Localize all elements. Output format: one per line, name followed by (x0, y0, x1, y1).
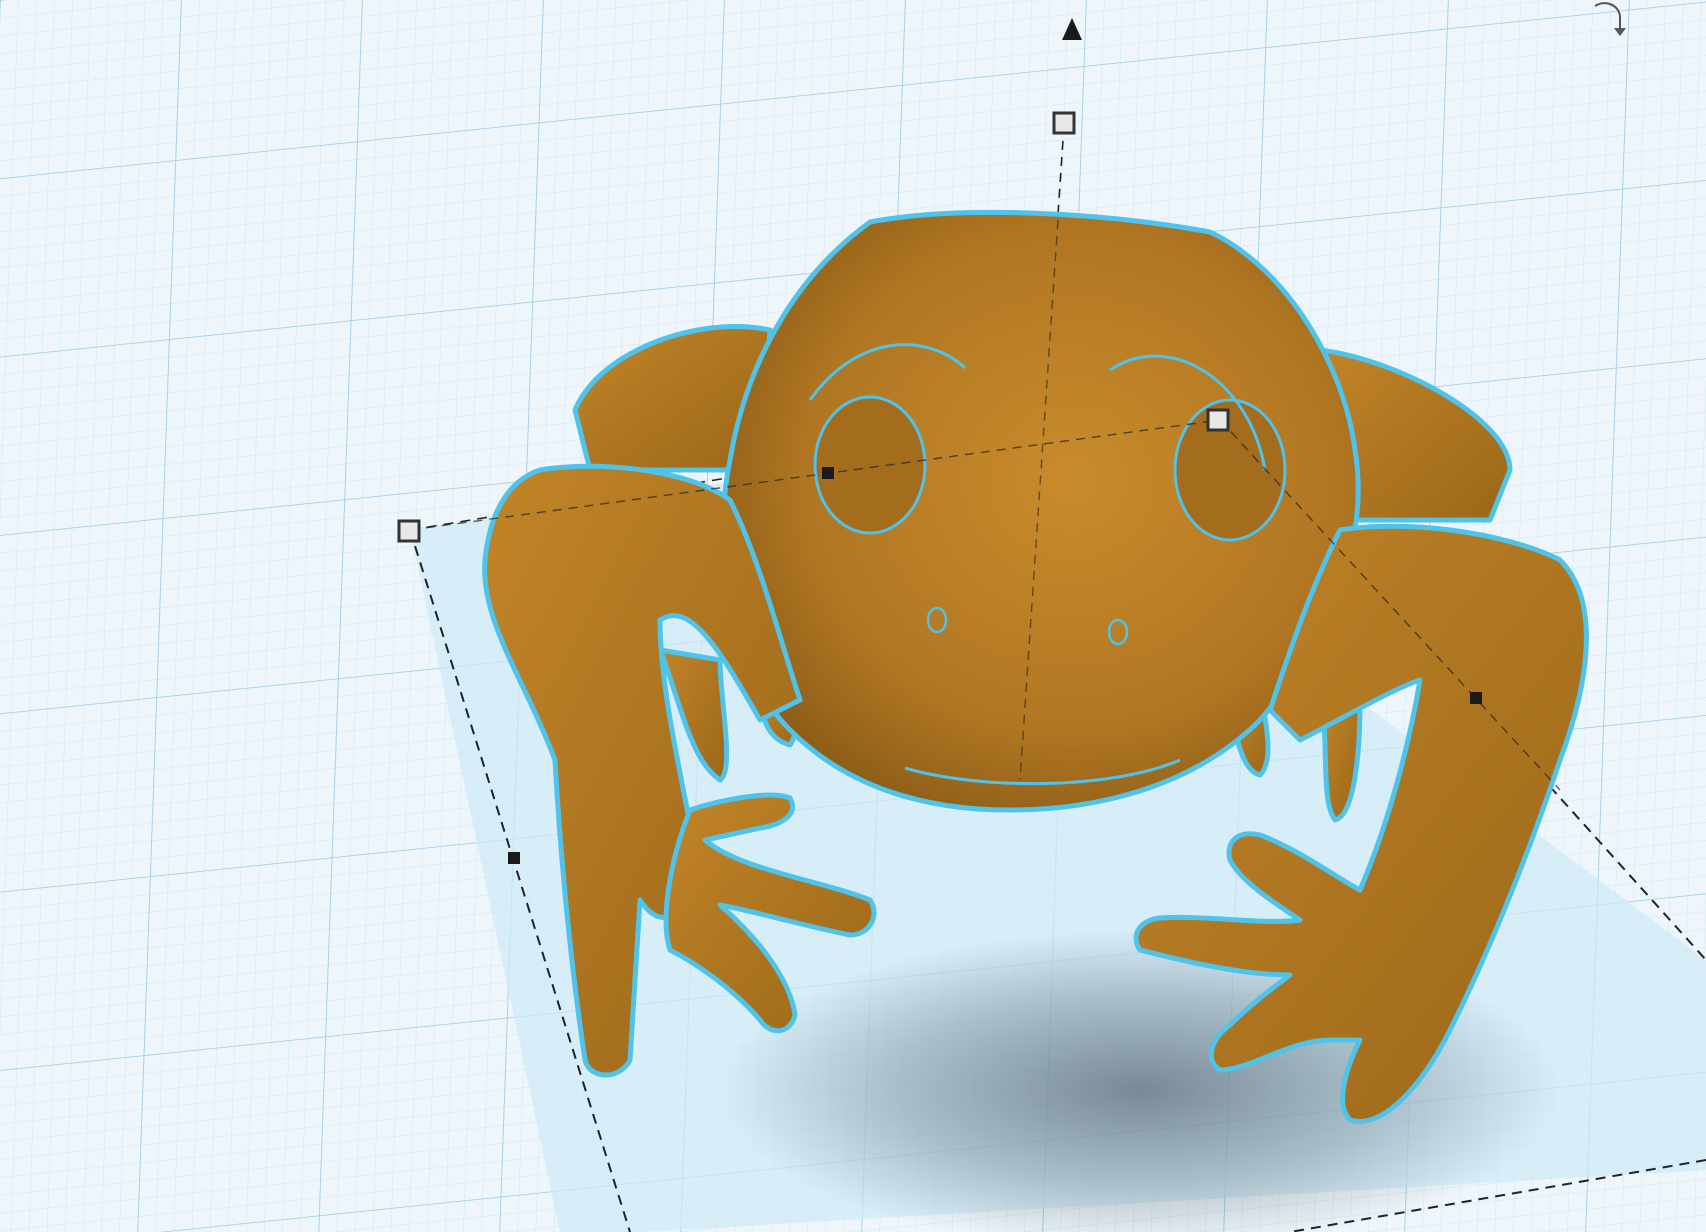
scene-canvas[interactable] (0, 0, 1706, 1232)
edge-handle-center-left[interactable] (822, 467, 834, 479)
frog-eye-right (1173, 398, 1287, 542)
frog-eye-left (813, 395, 927, 535)
edge-handle-right[interactable] (1470, 692, 1482, 704)
corner-handle-right[interactable] (1206, 408, 1230, 432)
3d-viewport[interactable] (0, 0, 1706, 1232)
corner-handle-left[interactable] (397, 519, 421, 543)
height-handle-top[interactable] (1052, 111, 1076, 135)
edge-handle-left[interactable] (508, 852, 520, 864)
